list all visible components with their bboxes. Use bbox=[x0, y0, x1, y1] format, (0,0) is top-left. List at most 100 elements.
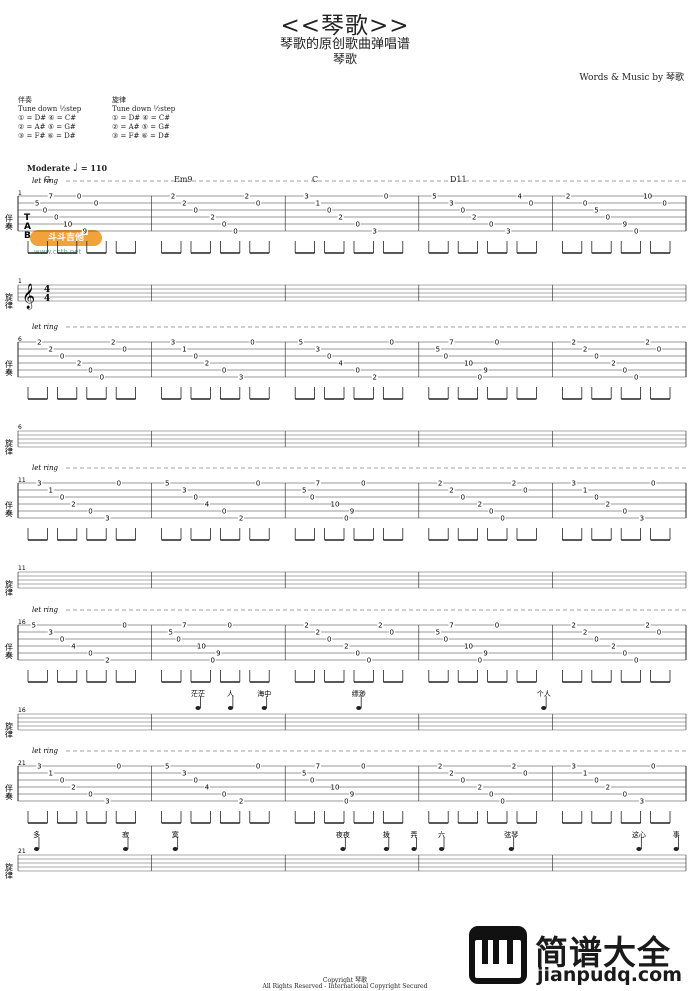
fret-number: 4 bbox=[517, 193, 522, 201]
track-label-accomp: 伴奏 bbox=[5, 783, 14, 801]
fret-number: 0 bbox=[250, 339, 254, 347]
lyric: 个人 bbox=[537, 690, 551, 698]
track-label-accomp: 伴奏 bbox=[5, 642, 14, 660]
fret-number: 2 bbox=[645, 339, 649, 347]
fret-number: 0 bbox=[662, 200, 666, 208]
fret-number: 0 bbox=[344, 515, 348, 523]
fret-number: 9 bbox=[483, 367, 487, 375]
fret-number: 2 bbox=[606, 784, 610, 792]
fret-number: 0 bbox=[355, 367, 359, 375]
fret-number: 0 bbox=[88, 791, 92, 799]
fret-number: 0 bbox=[444, 636, 448, 644]
measure-number: 1 bbox=[18, 190, 22, 197]
fret-number: 0 bbox=[256, 480, 260, 488]
fret-number: 0 bbox=[657, 346, 661, 354]
fret-number: 2 bbox=[572, 622, 576, 630]
fret-number: 0 bbox=[222, 221, 226, 229]
melody-note bbox=[195, 706, 201, 710]
fret-number: 3 bbox=[640, 515, 644, 523]
fret-number: 7 bbox=[316, 480, 320, 488]
lyric: 夜夜 bbox=[336, 830, 350, 839]
fret-number: 2 bbox=[48, 346, 52, 354]
fret-number: 0 bbox=[310, 777, 314, 785]
fret-number: 0 bbox=[43, 207, 47, 215]
melody-note bbox=[673, 847, 679, 851]
fret-number: 0 bbox=[210, 657, 214, 665]
fret-number: 2 bbox=[606, 501, 610, 509]
fret-number: 10 bbox=[330, 784, 339, 792]
fret-number: 0 bbox=[122, 622, 126, 630]
fret-number: 0 bbox=[623, 508, 627, 516]
fret-number: 0 bbox=[193, 353, 197, 361]
fret-number: 2 bbox=[472, 214, 476, 222]
fret-number: 4 bbox=[205, 501, 210, 509]
fret-number: 0 bbox=[478, 657, 482, 665]
fret-number: 0 bbox=[489, 221, 493, 229]
fret-number: 5 bbox=[302, 770, 306, 778]
let-ring-label: let ring bbox=[32, 323, 59, 331]
fret-number: 2 bbox=[512, 763, 516, 771]
fret-number: 2 bbox=[512, 480, 516, 488]
fret-number: 2 bbox=[478, 784, 482, 792]
fret-number: 0 bbox=[444, 353, 448, 361]
fret-number: 10 bbox=[63, 221, 72, 229]
fret-number: 0 bbox=[623, 367, 627, 375]
fret-number: 5 bbox=[35, 200, 39, 208]
measure-number: 16 bbox=[18, 707, 26, 714]
fret-number: 0 bbox=[461, 494, 465, 502]
let-ring-label: let ring bbox=[32, 177, 59, 185]
fret-number: 0 bbox=[623, 650, 627, 658]
fret-number: 2 bbox=[182, 200, 186, 208]
melody-note bbox=[541, 706, 547, 710]
watermark: 简谱大全 jianpudq.com bbox=[469, 926, 684, 988]
fret-number: 3 bbox=[37, 763, 41, 771]
fret-number: 0 bbox=[634, 374, 638, 382]
fret-number: 9 bbox=[216, 650, 220, 658]
fret-number: 0 bbox=[500, 798, 504, 806]
fret-number: 9 bbox=[623, 221, 627, 229]
lyric: 弦琴 bbox=[504, 830, 518, 839]
fret-number: 2 bbox=[438, 763, 442, 771]
fret-number: 10 bbox=[197, 643, 206, 651]
fret-number: 0 bbox=[228, 622, 232, 630]
fret-number: 3 bbox=[239, 374, 243, 382]
fret-number: 2 bbox=[583, 346, 587, 354]
lyric: 这心 bbox=[632, 830, 646, 839]
fret-number: 3 bbox=[48, 629, 52, 637]
track-label-melody: 旋律 bbox=[5, 721, 14, 739]
melody-note bbox=[122, 847, 129, 851]
fret-number: 0 bbox=[523, 770, 527, 778]
fret-number: 2 bbox=[372, 374, 376, 382]
fret-number: 2 bbox=[645, 622, 649, 630]
fret-number: 10 bbox=[643, 193, 652, 201]
fret-number: 4 bbox=[338, 360, 343, 368]
melody-note bbox=[227, 706, 234, 710]
fret-number: 2 bbox=[171, 193, 175, 201]
score-canvas: let ring1伴奏旋律TAB750010900220200203102030… bbox=[5, 177, 687, 880]
fret-number: 0 bbox=[256, 200, 260, 208]
fret-number: 0 bbox=[594, 636, 598, 644]
fret-number: 0 bbox=[361, 480, 365, 488]
fret-number: 7 bbox=[449, 622, 453, 630]
fret-number: 2 bbox=[239, 515, 243, 523]
measure-number: 16 bbox=[18, 619, 26, 626]
melody-note bbox=[261, 706, 267, 710]
fret-number: 1 bbox=[316, 200, 320, 208]
fret-number: 0 bbox=[193, 777, 197, 785]
fret-number: 2 bbox=[316, 629, 320, 637]
fret-number: 0 bbox=[657, 629, 661, 637]
fret-number: 2 bbox=[566, 193, 570, 201]
fret-number: 0 bbox=[623, 791, 627, 799]
fret-number: 0 bbox=[583, 200, 587, 208]
fret-number: 7 bbox=[182, 622, 186, 630]
fret-number: 0 bbox=[77, 193, 81, 201]
fret-number: 5 bbox=[302, 487, 306, 495]
fret-number: 2 bbox=[478, 501, 482, 509]
fret-number: 0 bbox=[94, 200, 98, 208]
measure-number: 21 bbox=[18, 848, 26, 855]
fret-number: 2 bbox=[611, 643, 615, 651]
measure-number: 11 bbox=[18, 565, 26, 572]
fret-number: 0 bbox=[606, 214, 610, 222]
fret-number: 0 bbox=[100, 374, 104, 382]
fret-number: 2 bbox=[304, 622, 308, 630]
